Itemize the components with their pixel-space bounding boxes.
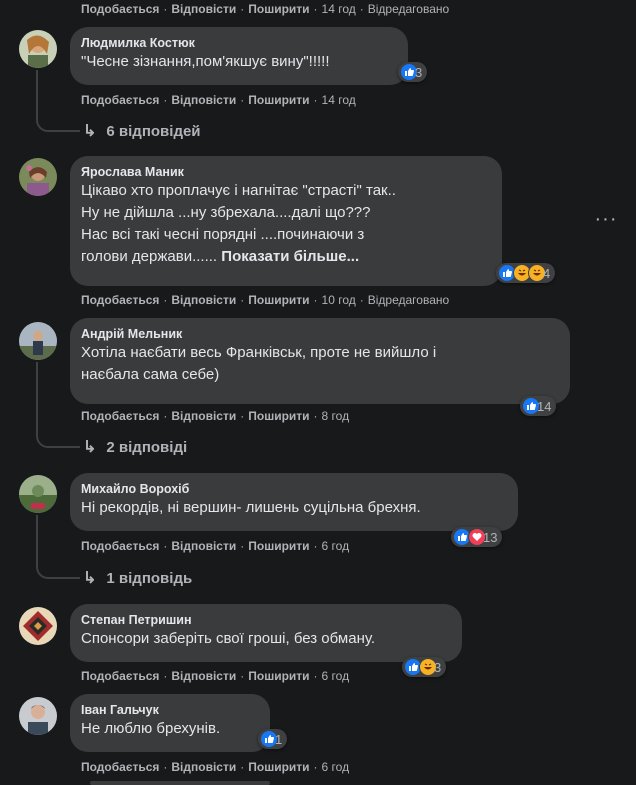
like-action[interactable]: Подобається <box>81 409 159 423</box>
reactions-summary[interactable]: 14 <box>520 396 557 416</box>
reactions-summary[interactable]: 3 <box>398 62 428 82</box>
comment-text: Цікаво хто проплачує і нагнітає "страсті… <box>81 180 490 268</box>
comment-bubble: Людмилка Костюк "Чесне зізнання,пом'якшу… <box>70 27 408 85</box>
reaction-count: 1 <box>275 731 283 747</box>
commenter-name[interactable]: Іван Гальчук <box>81 702 258 718</box>
replies-count: 1 відповідь <box>106 569 193 587</box>
timestamp[interactable]: 14 год <box>322 93 356 107</box>
reactions-summary[interactable]: 1 <box>258 729 288 749</box>
view-replies-button[interactable]: ↳ 6 відповідей <box>83 121 201 141</box>
reactions-summary[interactable]: 3 <box>402 657 447 677</box>
timestamp[interactable]: 8 год <box>322 409 350 423</box>
comment-text: Хотіла наєбати весь Франківськ, проте не… <box>81 344 437 383</box>
view-replies-button[interactable]: ↳ 2 відповіді <box>83 437 187 457</box>
thread-line <box>36 70 38 120</box>
commenter-name[interactable]: Михайло Ворохіб <box>81 481 506 497</box>
share-action[interactable]: Поширити <box>248 760 309 774</box>
view-replies-button[interactable]: ↳ 1 відповідь <box>83 568 192 588</box>
timestamp[interactable]: 10 год <box>322 293 356 307</box>
commenter-name[interactable]: Андрій Мельник <box>81 326 558 342</box>
thread-curve <box>36 118 80 132</box>
like-action[interactable]: Подобається <box>81 669 159 683</box>
comment-bubble: Іван Гальчук Не люблю брехунів. <box>70 694 270 752</box>
commenter-name[interactable]: Ярослава Маник <box>81 164 490 180</box>
comment-bubble: Андрій Мельник Хотіла наєбати весь Франк… <box>70 318 570 404</box>
commenter-name[interactable]: Степан Петришин <box>81 612 450 628</box>
reply-action[interactable]: Відповісти <box>171 293 236 307</box>
edited-label: Відредаговано <box>367 2 450 16</box>
reactions-summary[interactable]: 13 <box>451 527 503 547</box>
thread-line <box>36 515 38 567</box>
avatar[interactable] <box>19 158 57 196</box>
comment-text: Ні рекордів, ні вершин- лишень суцільна … <box>81 499 421 516</box>
top-comment-actions: Подобається · Відповісти · Поширити · 14 год · В… <box>81 2 450 16</box>
reply-action[interactable]: Відповісти <box>171 2 236 16</box>
comment-bubble: Ярослава Маник Цікаво хто проплачує і на… <box>70 156 502 286</box>
comment-bubble: Михайло Ворохіб Ні рекордів, ні вершин- … <box>70 473 518 531</box>
reply-action[interactable]: Відповісти <box>171 669 236 683</box>
show-more-link[interactable]: Показати більше... <box>221 248 359 265</box>
comment-actions: Подобається · Відповісти · Поширити · 14 год <box>81 93 356 107</box>
avatar[interactable] <box>19 607 57 645</box>
share-action[interactable]: Поширити <box>248 293 309 307</box>
avatar[interactable] <box>19 475 57 513</box>
timestamp[interactable]: 14 год <box>322 2 356 16</box>
share-action[interactable]: Поширити <box>248 669 309 683</box>
thread-line <box>36 362 38 436</box>
like-action[interactable]: Подобається <box>81 293 159 307</box>
reply-action[interactable]: Відповісти <box>171 760 236 774</box>
comment-bubble: Степан Петришин Спонсори заберіть свої г… <box>70 604 462 662</box>
reply-action[interactable]: Відповісти <box>171 93 236 107</box>
replies-count: 2 відповіді <box>106 438 188 456</box>
comment-actions: Подобається · Відповісти · Поширити · 6 год <box>81 760 350 774</box>
reaction-count: 3 <box>415 64 423 80</box>
comment-actions: Подобається · Відповісти · Поширити · 10 год · В… <box>81 293 450 307</box>
comment-actions: Подобається · Відповісти · Поширити · 6 год <box>81 539 350 553</box>
reaction-count: 14 <box>537 398 552 414</box>
scroll-edge <box>90 781 270 785</box>
like-action[interactable]: Подобається <box>81 539 159 553</box>
comment-actions: Подобається · Відповісти · Поширити · 6 год <box>81 669 350 683</box>
share-action[interactable]: Поширити <box>248 539 309 553</box>
timestamp[interactable]: 6 год <box>322 760 350 774</box>
reply-action[interactable]: Відповісти <box>171 409 236 423</box>
thread-curve <box>36 565 80 579</box>
share-action[interactable]: Поширити <box>248 93 309 107</box>
comment-text: "Чесне зізнання,пом'якшує вину"!!!!! <box>81 53 330 70</box>
avatar[interactable] <box>19 322 57 360</box>
reaction-count: 13 <box>483 529 498 545</box>
share-action[interactable]: Поширити <box>248 409 309 423</box>
edited-label: Відредаговано <box>367 293 450 307</box>
comment-text: Не люблю брехунів. <box>81 720 221 737</box>
reaction-count: 4 <box>543 265 551 281</box>
avatar[interactable] <box>19 697 57 735</box>
share-action[interactable]: Поширити <box>248 2 309 16</box>
more-options-icon[interactable]: ··· <box>594 209 618 236</box>
thread-curve <box>36 434 80 448</box>
timestamp[interactable]: 6 год <box>322 539 350 553</box>
comment-text: Спонсори заберіть свої гроші, без обману… <box>81 630 376 647</box>
reply-arrow-icon: ↳ <box>83 123 97 140</box>
replies-count: 6 відповідей <box>106 122 201 140</box>
like-action[interactable]: Подобається <box>81 93 159 107</box>
reply-arrow-icon: ↳ <box>83 439 97 456</box>
reactions-summary[interactable]: 4 <box>496 263 556 283</box>
like-action[interactable]: Подобається <box>81 760 159 774</box>
reaction-count: 3 <box>434 659 442 675</box>
avatar[interactable] <box>19 30 57 68</box>
reply-arrow-icon: ↳ <box>83 570 97 587</box>
like-action[interactable]: Подобається <box>81 2 159 16</box>
timestamp[interactable]: 6 год <box>322 669 350 683</box>
comment-actions: Подобається · Відповісти · Поширити · 8 год <box>81 409 350 423</box>
commenter-name[interactable]: Людмилка Костюк <box>81 35 396 51</box>
reply-action[interactable]: Відповісти <box>171 539 236 553</box>
